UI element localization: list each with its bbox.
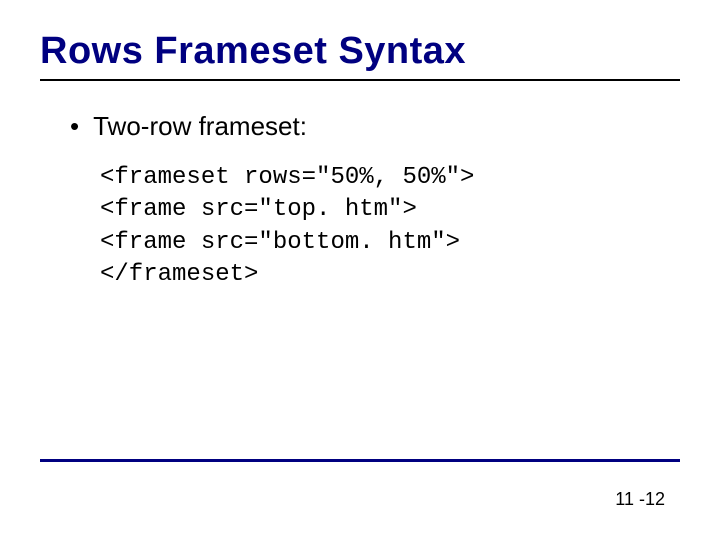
title-underline	[40, 79, 680, 81]
bullet-item: • Two-row frameset:	[70, 111, 680, 142]
slide: Rows Frameset Syntax • Two-row frameset:…	[0, 0, 720, 540]
footer-rule	[40, 459, 680, 462]
code-line-4: </frameset>	[100, 261, 258, 288]
bullet-text: Two-row frameset:	[93, 111, 307, 142]
code-line-1: <frameset rows="50%, 50%">	[100, 164, 474, 191]
slide-title: Rows Frameset Syntax	[40, 30, 680, 73]
page-number: 11 -12	[615, 489, 665, 510]
code-line-3: <frame src="bottom. htm">	[100, 229, 460, 256]
code-line-2: <frame src="top. htm">	[100, 196, 417, 223]
bullet-marker: •	[70, 113, 79, 139]
code-block: <frameset rows="50%, 50%"> <frame src="t…	[100, 162, 680, 292]
